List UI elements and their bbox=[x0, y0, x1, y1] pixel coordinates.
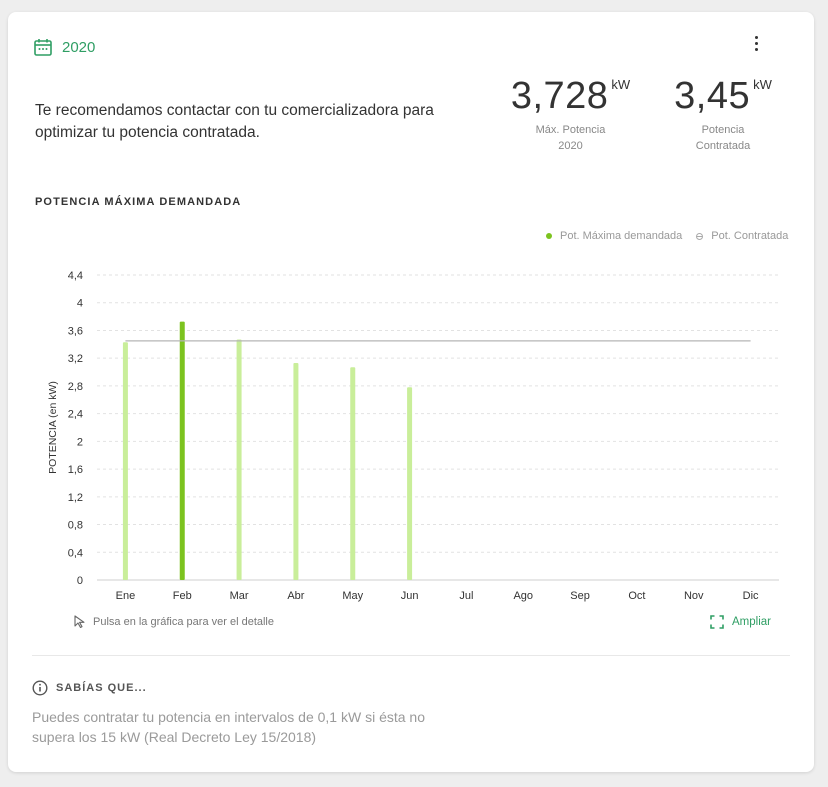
bar[interactable] bbox=[350, 367, 356, 580]
kpi-max-value: 3,728 bbox=[510, 75, 609, 117]
y-tick-label: 0,8 bbox=[68, 520, 83, 532]
expand-icon bbox=[710, 615, 724, 629]
info-icon bbox=[32, 680, 48, 696]
tip-text: Puedes contratar tu potencia en interval… bbox=[32, 709, 426, 745]
bar[interactable] bbox=[236, 339, 242, 580]
x-tick-label: Ene bbox=[116, 590, 136, 602]
x-tick-label: Dic bbox=[743, 590, 759, 602]
y-tick-label: 4,4 bbox=[68, 270, 83, 282]
year-label: 2020 bbox=[62, 38, 96, 56]
tip-header: SABÍAS QUE... bbox=[32, 680, 147, 696]
legend-contracted-label[interactable]: Pot. Contratada bbox=[711, 230, 788, 242]
bar[interactable] bbox=[407, 387, 413, 580]
x-tick-label: Jun bbox=[401, 590, 419, 602]
legend-max-marker bbox=[546, 233, 552, 239]
chart-hint-text: Pulsa en la gráfica para ver el detalle bbox=[93, 615, 274, 628]
x-tick-label: Jul bbox=[459, 590, 473, 602]
tip-title: SABÍAS QUE... bbox=[56, 682, 147, 694]
x-tick-label: Nov bbox=[684, 590, 704, 602]
recommendation-text: Te recomendamos contactar con tu comerci… bbox=[35, 102, 434, 141]
chart-hint: Pulsa en la gráfica para ver el detalle bbox=[74, 615, 274, 628]
y-tick-label: 2,8 bbox=[68, 381, 83, 393]
y-tick-label: 2,4 bbox=[68, 409, 83, 421]
y-tick-label: 3,6 bbox=[68, 325, 83, 337]
x-tick-label: Sep bbox=[570, 590, 590, 602]
chart-legend[interactable]: Pot. Máxima demandada Pot. Contratada bbox=[546, 230, 788, 242]
x-tick-label: Feb bbox=[173, 590, 192, 602]
kpi-max-caption-1: Máx. Potencia bbox=[535, 124, 606, 136]
bar[interactable] bbox=[293, 363, 299, 580]
cursor-icon bbox=[74, 615, 85, 628]
legend-contracted-marker bbox=[696, 232, 704, 240]
y-tick-label: 3,2 bbox=[68, 353, 83, 365]
more-vertical-icon[interactable] bbox=[746, 30, 766, 56]
legend-max-label[interactable]: Pot. Máxima demandada bbox=[560, 230, 682, 242]
divider bbox=[32, 655, 790, 656]
x-tick-label: Ago bbox=[513, 590, 533, 602]
y-axis-label: POTENCIA (en kW) bbox=[47, 381, 59, 474]
kpi-max-caption-2: 2020 bbox=[558, 140, 583, 152]
power-chart[interactable]: 0 0,4 0,8 1,2 1,6 2 2,4 2,8 3,2 3,6 4 4,4 POTENCIA (… bbox=[8, 242, 814, 602]
bar[interactable] bbox=[179, 321, 185, 580]
kpi-contracted-value: 3,45 bbox=[674, 75, 751, 117]
year-selector[interactable]: 2020 bbox=[34, 38, 95, 56]
bar[interactable] bbox=[122, 342, 128, 580]
kpi-contracted-caption-2: Contratada bbox=[695, 140, 751, 152]
y-tick-label: 0,4 bbox=[68, 547, 83, 559]
kpi-max-power: 3,728 kW Máx. Potencia 2020 bbox=[498, 76, 643, 154]
calendar-icon bbox=[34, 39, 52, 56]
y-tick-label: 1,6 bbox=[68, 464, 83, 476]
y-tick-label: 1,2 bbox=[68, 492, 83, 504]
kpi-contracted-power: 3,45 kW Potencia Contratada bbox=[663, 76, 783, 154]
expand-button[interactable]: Ampliar bbox=[710, 615, 771, 629]
x-tick-label: Oct bbox=[628, 590, 645, 602]
kpi-max-unit: kW bbox=[611, 77, 631, 92]
y-tick-label: 0 bbox=[77, 575, 83, 587]
y-tick-label: 2 bbox=[77, 436, 83, 448]
chart-section-title: POTENCIA MÁXIMA DEMANDADA bbox=[35, 196, 242, 208]
kpi-contracted-unit: kW bbox=[753, 77, 772, 92]
x-tick-label: May bbox=[342, 590, 363, 602]
x-tick-label: Mar bbox=[230, 590, 249, 602]
expand-label[interactable]: Ampliar bbox=[732, 616, 771, 628]
y-tick-label: 4 bbox=[77, 298, 83, 310]
kpi-contracted-caption-1: Potencia bbox=[701, 124, 745, 136]
power-card: 2020 Te recomendamos contactar con tu co… bbox=[8, 12, 814, 772]
x-tick-label: Abr bbox=[287, 590, 304, 602]
